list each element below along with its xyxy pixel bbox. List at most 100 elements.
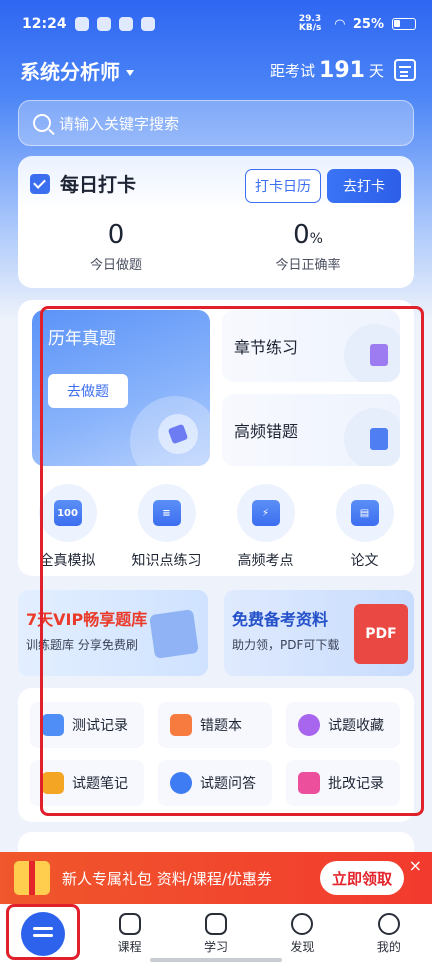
claim-button[interactable]: 立即领取: [320, 861, 404, 895]
title-bar: 系统分析师 距考试 191 天: [0, 50, 432, 90]
tab-profile[interactable]: 我的: [346, 904, 432, 964]
tab-label: 发现: [290, 940, 315, 954]
question-bank-icon: [149, 609, 199, 659]
past-papers-title: 历年真题: [48, 329, 116, 349]
close-icon[interactable]: ×: [409, 856, 422, 875]
favorites-button[interactable]: 试题收藏: [286, 702, 400, 748]
error-book-icon: [170, 714, 192, 736]
quick-hot-topics[interactable]: ⚡ 高频考点: [216, 484, 315, 570]
checkin-title: 每日打卡: [60, 174, 137, 196]
calendar-icon[interactable]: [394, 59, 416, 81]
practice-card: 历年真题 去做题 章节练习 高频错题 100 全真模拟 ≡ 知识点练习 ⚡ 高频…: [18, 300, 414, 576]
chapter-practice-title: 章节练习: [234, 338, 299, 357]
stat-value: 0: [107, 220, 125, 250]
status-time: 12:24: [22, 16, 67, 32]
past-papers-tile[interactable]: 历年真题 去做题: [32, 310, 210, 466]
countdown-prefix: 距考试: [270, 61, 316, 80]
today-questions-stat: 0 今日做题: [26, 220, 206, 273]
quick-label: 知识点练习: [131, 553, 202, 569]
quick-icon-wrap: ⚡: [236, 484, 295, 542]
pdf-icon: PDF: [354, 604, 408, 664]
network-speed: 29.3 KB/s: [298, 14, 322, 33]
free-materials-banner[interactable]: 免费备考资料 助力领，PDF可下载 PDF: [224, 590, 414, 676]
battery-level: 25%: [352, 16, 384, 32]
app-notification-icon: [118, 17, 133, 31]
book-icon: [205, 913, 228, 935]
list-icon: ≡: [152, 500, 181, 526]
start-practice-button[interactable]: 去做题: [48, 374, 128, 408]
quick-essay[interactable]: ▤ 论文: [315, 484, 414, 570]
note-icon: [42, 772, 64, 794]
quick-icon-wrap: ▤: [335, 484, 394, 542]
star-badge-icon: [298, 714, 320, 736]
search-icon: [33, 114, 51, 132]
home-indicator: [150, 958, 282, 962]
checkin-calendar-button[interactable]: 打卡日历: [245, 169, 321, 203]
checkin-header: 每日打卡: [30, 170, 136, 197]
quick-label: 论文: [350, 553, 379, 569]
countdown-days: 191: [319, 57, 365, 83]
test-records-button[interactable]: 测试记录: [30, 702, 144, 748]
stat-unit: %: [309, 231, 323, 247]
quick-label: 高频考点: [237, 553, 294, 569]
frequent-errors-tile[interactable]: 高频错题: [222, 394, 400, 466]
wifi-icon: ◠: [334, 16, 345, 32]
chapter-practice-tile[interactable]: 章节练习: [222, 310, 400, 382]
tools-card: 测试记录 错题本 试题收藏 试题笔记 试题问答 批改记录: [18, 688, 414, 822]
countdown-suffix: 天: [368, 61, 384, 80]
tab-study[interactable]: 学习: [173, 904, 259, 964]
checkin-button[interactable]: 去打卡: [327, 169, 401, 203]
chat-bubble-icon: [170, 772, 192, 794]
tab-label: 我的: [376, 940, 401, 954]
tool-label: 试题收藏: [328, 718, 384, 734]
tab-label: 学习: [204, 940, 229, 954]
course-icon: [118, 913, 141, 935]
wrong-questions-button[interactable]: 错题本: [158, 702, 272, 748]
promo-title: 免费备考资料: [232, 610, 329, 629]
exam-countdown: 距考试 191 天: [270, 58, 416, 83]
tab-courses[interactable]: 课程: [86, 904, 172, 964]
status-left: 12:24: [22, 16, 155, 32]
gift-icon: [14, 861, 50, 895]
record-icon: [42, 714, 64, 736]
page-title: 系统分析师: [20, 59, 120, 84]
document-icon: [370, 428, 388, 450]
dropdown-triangle-icon: [126, 70, 134, 76]
document-icon: [370, 344, 388, 366]
app-notification-icon: [140, 17, 155, 31]
battery-icon: [392, 18, 416, 30]
quick-full-mock[interactable]: 100 全真模拟: [18, 484, 117, 570]
promo-subtitle: 助力领，PDF可下载: [232, 638, 340, 652]
tool-label: 测试记录: [72, 718, 128, 734]
status-right: 29.3 KB/s ◠ 25%: [299, 15, 416, 33]
bottom-tab-bar: 课程 学习 发现 我的: [0, 904, 432, 964]
today-accuracy-stat: 0% 今日正确率: [218, 220, 398, 273]
tool-label: 批改记录: [328, 776, 384, 792]
vip-promo-banner[interactable]: 7天VIP畅享题库 训练题库 分享免费刷: [18, 590, 208, 676]
tab-discover[interactable]: 发现: [259, 904, 345, 964]
quick-actions: 100 全真模拟 ≡ 知识点练习 ⚡ 高频考点 ▤ 论文: [18, 484, 414, 570]
notes-button[interactable]: 试题笔记: [30, 760, 144, 806]
quick-icon-wrap: 100: [38, 484, 97, 542]
stat-value: 0: [293, 220, 310, 250]
qa-button[interactable]: 试题问答: [158, 760, 272, 806]
search-placeholder: 请输入关键字搜索: [59, 114, 180, 133]
tool-label: 错题本: [200, 718, 242, 734]
search-input[interactable]: 请输入关键字搜索: [18, 100, 414, 146]
new-user-gift-banner[interactable]: 新人专属礼包 资料/课程/优惠券 立即领取 ×: [0, 852, 432, 904]
exam-selector[interactable]: 系统分析师: [20, 56, 134, 85]
tool-label: 试题问答: [200, 776, 256, 792]
quick-label: 全真模拟: [39, 553, 96, 569]
checkbox-icon: [30, 173, 50, 194]
daily-checkin-card: 每日打卡 打卡日历 去打卡 0 今日做题 0% 今日正确率: [18, 156, 414, 288]
promo-title: 7天VIP畅享题库: [26, 610, 148, 629]
tab-home[interactable]: [0, 904, 86, 964]
user-icon: [377, 913, 400, 935]
app-notification-icon: [96, 17, 111, 31]
home-icon: [21, 912, 66, 956]
grading-records-button[interactable]: 批改记录: [286, 760, 400, 806]
quick-knowledge-practice[interactable]: ≡ 知识点练习: [117, 484, 216, 570]
banner-text: 新人专属礼包 资料/课程/优惠券: [62, 869, 272, 888]
promo-subtitle: 训练题库 分享免费刷: [26, 638, 138, 652]
open-book-icon: ▤: [350, 500, 379, 526]
